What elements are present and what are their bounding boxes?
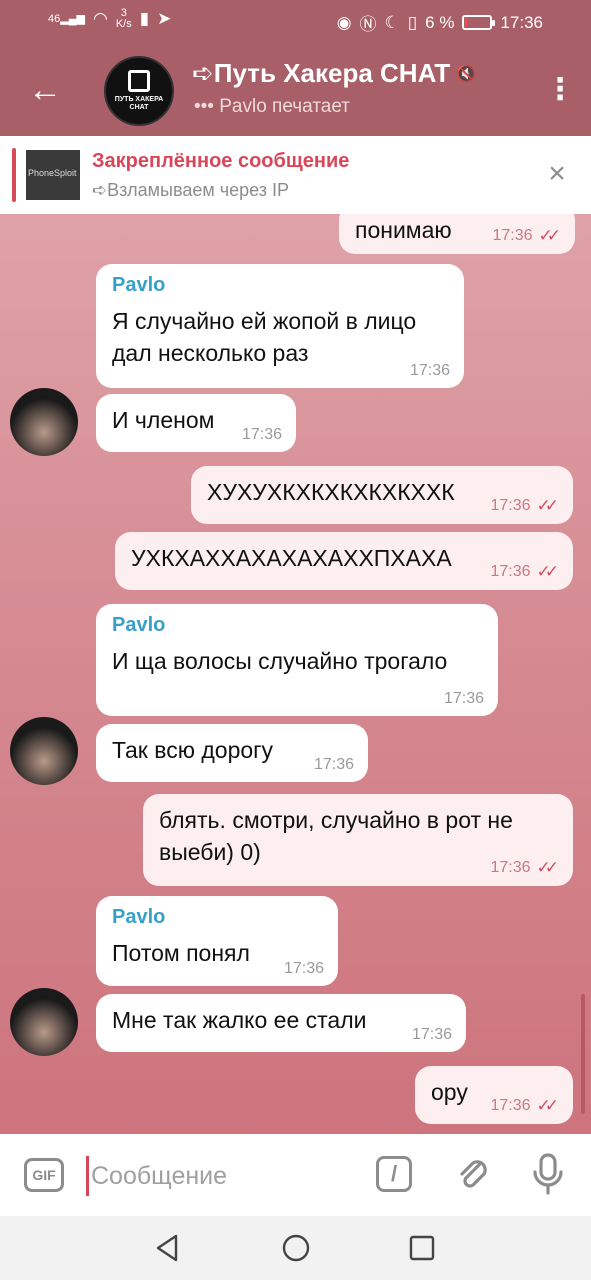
network-speed: 3 K/s bbox=[116, 8, 132, 30]
message-bubble[interactable]: блять. смотри, случайно в рот не выеби) … bbox=[143, 794, 573, 886]
pinned-thumb-text: PhoneSploit bbox=[28, 168, 77, 178]
message-meta: 17:36 bbox=[284, 960, 324, 978]
nav-back-icon[interactable] bbox=[152, 1232, 184, 1264]
avatar[interactable] bbox=[10, 988, 78, 1056]
nav-home-icon[interactable] bbox=[280, 1232, 312, 1264]
message-meta: 17:36 ✓✓ bbox=[492, 226, 561, 246]
signal-icon: 46▂▄▆ bbox=[48, 12, 85, 25]
message-time: 17:36 bbox=[492, 227, 533, 244]
message-bubble[interactable]: Мне так жалко ее стали 17:36 bbox=[96, 994, 466, 1052]
speed-unit: K/s bbox=[115, 18, 132, 30]
battery-icon bbox=[462, 15, 496, 30]
message-bubble[interactable]: понимаю 17:36 ✓✓ bbox=[339, 214, 575, 254]
message-bubble[interactable]: УХКХАХХАХАХАХАХХПХАХА 17:36 ✓✓ bbox=[115, 532, 573, 590]
message-time: 17:36 bbox=[411, 1026, 452, 1043]
avatar[interactable] bbox=[10, 388, 78, 456]
vibrate-icon: ▯ bbox=[407, 12, 418, 32]
chat-header: ← ПУТЬ ХАКЕРА CHAT ➪Путь Хакера CHAT 🔇 •… bbox=[0, 44, 591, 136]
message-time: 17:36 bbox=[283, 960, 324, 977]
message-text: И ща волосы случайно трогало bbox=[112, 648, 448, 674]
scrollbar[interactable] bbox=[581, 994, 585, 1114]
message-time: 17:36 bbox=[241, 426, 282, 443]
mic-icon[interactable] bbox=[530, 1152, 566, 1196]
message-bubble[interactable]: ХУХУХКХКХКХКХКХХК 17:36 ✓✓ bbox=[191, 466, 573, 524]
message-meta: 17:36 ✓✓ bbox=[490, 496, 559, 516]
message-bubble[interactable]: Pavlo И ща волосы случайно трогало 17:36 bbox=[96, 604, 498, 716]
message-text: Я случайно ей жопой в лицо дал несколько… bbox=[112, 308, 417, 366]
message-bubble[interactable]: ору 17:36 ✓✓ bbox=[415, 1066, 573, 1124]
chat-area[interactable]: понимаю 17:36 ✓✓ Pavlo Я случайно ей жопо… bbox=[0, 214, 591, 1134]
gif-button[interactable]: GIF bbox=[24, 1158, 64, 1192]
signal-label: 46 bbox=[48, 12, 61, 25]
chat-avatar[interactable]: ПУТЬ ХАКЕРА CHAT bbox=[104, 56, 174, 126]
wifi-icon: ◠ bbox=[92, 9, 108, 28]
message-time: 17:36 bbox=[409, 362, 450, 379]
message-text: Мне так жалко ее стали bbox=[112, 1007, 367, 1033]
sender-name[interactable]: Pavlo bbox=[112, 274, 448, 297]
message-time: 17:36 bbox=[490, 859, 531, 876]
pinned-message[interactable]: PhoneSploit Закреплённое сообщение ➪Взла… bbox=[0, 136, 591, 214]
message-composer: GIF / bbox=[0, 1134, 591, 1216]
sender-name[interactable]: Pavlo bbox=[112, 906, 322, 929]
message-meta: 17:36 bbox=[314, 756, 354, 774]
message-bubble[interactable]: И членом 17:36 bbox=[96, 394, 296, 452]
status-bar: 46▂▄▆ ◠ 3 K/s ▮ ➤ ◉ Ⓝ ☾ ▯ 6 % 17:36 bbox=[0, 0, 591, 44]
bot-commands-button[interactable]: / bbox=[376, 1156, 412, 1192]
message-bubble[interactable]: Так всю дорогу 17:36 bbox=[96, 724, 368, 782]
message-meta: 17:36 bbox=[444, 690, 484, 708]
avatar-logo-text: ПУТЬ ХАКЕРА CHAT bbox=[114, 96, 164, 111]
message-time: 17:36 bbox=[490, 497, 531, 514]
sim-icon: ▮ bbox=[139, 9, 150, 28]
message-time: 17:36 bbox=[490, 563, 531, 580]
chat-title[interactable]: ➪Путь Хакера CHAT 🔇 bbox=[192, 58, 476, 89]
double-check-icon: ✓✓ bbox=[536, 562, 559, 581]
message-bubble[interactable]: Pavlo Я случайно ей жопой в лицо дал нес… bbox=[96, 264, 464, 388]
double-check-icon: ✓✓ bbox=[538, 226, 561, 245]
typing-status: ••• Pavlo печатает bbox=[194, 96, 351, 117]
system-nav-bar bbox=[0, 1216, 591, 1280]
message-meta: 17:36 bbox=[410, 362, 450, 380]
pinned-accent-bar bbox=[12, 148, 16, 202]
message-bubble[interactable]: Pavlo Потом понял 17:36 bbox=[96, 896, 338, 986]
status-time: 17:36 bbox=[500, 12, 543, 32]
message-meta: 17:36 bbox=[242, 426, 282, 444]
message-time: 17:36 bbox=[443, 690, 484, 707]
nfc-icon: Ⓝ bbox=[359, 15, 377, 34]
chat-title-text: ➪Путь Хакера CHAT bbox=[192, 58, 451, 88]
message-meta: 17:36 bbox=[412, 1026, 452, 1044]
more-vert-icon[interactable]: ⋮ bbox=[545, 70, 575, 110]
battery-fill bbox=[465, 18, 468, 27]
pinned-subtitle: ➪Взламываем через IP bbox=[92, 180, 289, 200]
message-input[interactable] bbox=[86, 1156, 346, 1196]
attach-icon[interactable] bbox=[452, 1154, 492, 1194]
message-meta: 17:36 ✓✓ bbox=[490, 858, 559, 878]
message-meta: 17:36 ✓✓ bbox=[490, 1096, 559, 1116]
avatar[interactable] bbox=[10, 717, 78, 785]
sender-name[interactable]: Pavlo bbox=[112, 614, 482, 637]
message-time: 17:36 bbox=[313, 756, 354, 773]
nav-recent-icon[interactable] bbox=[406, 1232, 438, 1264]
message-meta: 17:36 ✓✓ bbox=[490, 562, 559, 582]
pinned-thumbnail: PhoneSploit bbox=[26, 150, 80, 200]
double-check-icon: ✓✓ bbox=[536, 858, 559, 877]
back-arrow-icon[interactable]: ← bbox=[28, 70, 64, 110]
close-icon[interactable]: × bbox=[541, 158, 573, 190]
muted-icon: 🔇 bbox=[456, 65, 477, 83]
pinned-title: Закреплённое сообщение bbox=[92, 150, 350, 172]
message-time: 17:36 bbox=[490, 1097, 531, 1114]
double-check-icon: ✓✓ bbox=[536, 1096, 559, 1115]
double-check-icon: ✓✓ bbox=[536, 496, 559, 515]
battery-percent: 6 % bbox=[425, 12, 455, 32]
logo-mark bbox=[128, 70, 150, 92]
moon-icon: ☾ bbox=[384, 12, 400, 32]
telegram-icon: ➤ bbox=[157, 9, 172, 28]
eye-icon: ◉ bbox=[336, 12, 352, 32]
